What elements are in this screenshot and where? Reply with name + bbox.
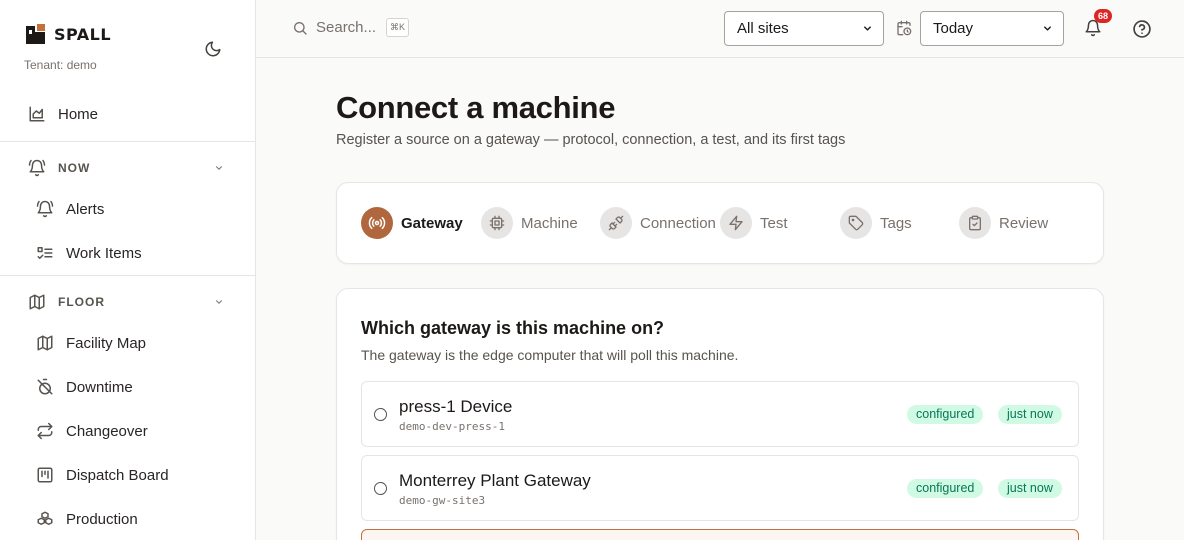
step-label: Tags — [880, 214, 912, 232]
section-label: NOW — [58, 161, 91, 175]
status-badge: configured — [907, 479, 984, 498]
cpu-icon — [481, 207, 513, 239]
gateway-option[interactable]: Monterrey Plant Gateway demo-gw-site3 co… — [361, 455, 1079, 521]
sidebar-item-label: Downtime — [66, 378, 133, 396]
gateway-option[interactable]: press-1 Device demo-dev-press-1 configur… — [361, 381, 1079, 447]
chart-area-icon — [29, 106, 45, 122]
step-label: Review — [999, 214, 1049, 232]
sidebar-item-production[interactable]: Production — [36, 507, 138, 531]
moon-icon — [205, 41, 221, 57]
map-icon — [37, 335, 53, 351]
gateway-name: press-1 Device — [399, 397, 513, 416]
brand-name: SPALL — [54, 24, 112, 44]
calendar-clock-icon — [897, 20, 912, 36]
chevron-down-icon — [1044, 26, 1051, 31]
sidebar-item-label: Facility Map — [66, 334, 147, 352]
sidebar-item-label: Work Items — [66, 244, 142, 262]
plug-icon — [600, 207, 632, 239]
step-tags[interactable]: Tags — [840, 207, 912, 239]
sidebar-item-alerts[interactable]: Alerts — [36, 197, 104, 221]
date-range-select[interactable]: Today — [920, 11, 1064, 46]
step-label: Test — [760, 214, 788, 232]
step-machine[interactable]: Machine — [481, 207, 578, 239]
site-select[interactable]: All sites — [724, 11, 884, 46]
sidebar-item-label: Home — [58, 105, 99, 123]
search-input[interactable]: Search... ⌘K — [292, 18, 410, 37]
step-label: Machine — [521, 214, 578, 232]
sidebar-item-label: Changeover — [66, 422, 148, 440]
sidebar-item-changeover[interactable]: Changeover — [36, 419, 148, 443]
sidebar-item-label: Production — [66, 510, 138, 528]
gateway-option-partial[interactable] — [361, 529, 1079, 540]
chevron-down-icon — [215, 300, 223, 304]
search-shortcut-hint: ⌘K — [386, 18, 410, 37]
sidebar-item-dispatch-board[interactable]: Dispatch Board — [36, 463, 169, 487]
site-select-value: All sites — [737, 20, 789, 37]
sidebar-item-home[interactable]: Home — [28, 102, 98, 126]
lightning-icon — [720, 207, 752, 239]
sidebar-item-downtime[interactable]: Downtime — [36, 375, 133, 399]
page-subtitle: Register a source on a gateway — protoco… — [336, 132, 846, 148]
page-title: Connect a machine — [336, 90, 616, 125]
wizard-stepper: Gateway Machine Connection Test Tags Rev… — [336, 182, 1104, 264]
list-check-icon — [37, 247, 53, 259]
chevron-down-icon — [864, 26, 871, 31]
tenant-label: Tenant: demo — [24, 58, 97, 72]
sidebar-divider — [0, 275, 255, 276]
clipboard-check-icon — [959, 207, 991, 239]
card-title: Which gateway is this machine on? — [361, 318, 665, 338]
last-seen-badge: just now — [998, 479, 1062, 498]
repeat-icon — [37, 422, 53, 440]
notification-count-badge: 68 — [1094, 9, 1113, 23]
step-test[interactable]: Test — [720, 207, 788, 239]
bell-alert-icon — [36, 200, 54, 218]
search-placeholder: Search... — [316, 19, 377, 36]
gateway-id: demo-dev-press-1 — [399, 420, 505, 433]
date-range-value: Today — [933, 20, 974, 37]
gateway-name: Monterrey Plant Gateway — [399, 471, 591, 490]
sidebar-divider — [0, 141, 255, 142]
gateway-selection-card: Which gateway is this machine on? The ga… — [336, 288, 1104, 540]
sidebar-item-label: Alerts — [66, 200, 105, 218]
step-gateway[interactable]: Gateway — [361, 207, 463, 239]
step-connection[interactable]: Connection — [600, 207, 716, 239]
sidebar-item-label: Dispatch Board — [66, 466, 169, 484]
section-now-toggle[interactable]: NOW — [28, 158, 228, 178]
search-icon — [294, 21, 307, 35]
section-label: FLOOR — [58, 295, 105, 309]
theme-toggle-button[interactable] — [202, 38, 224, 60]
sidebar: SPALL Tenant: demo Home NOW Alerts Work … — [0, 0, 256, 540]
logo-mark-icon — [26, 24, 45, 44]
help-circle-icon[interactable] — [1132, 19, 1152, 39]
top-bar: Search... ⌘K All sites Today 68 — [256, 0, 1184, 58]
gateway-radio[interactable] — [374, 482, 387, 495]
status-badge: configured — [907, 405, 984, 424]
step-review[interactable]: Review — [959, 207, 1048, 239]
chevron-down-icon — [215, 166, 223, 170]
card-description: The gateway is the edge computer that wi… — [361, 347, 739, 363]
bell-ring-icon — [28, 159, 46, 177]
gateway-id: demo-gw-site3 — [399, 494, 486, 507]
section-floor-toggle[interactable]: FLOOR — [28, 292, 228, 312]
radio-broadcast-icon — [361, 207, 393, 239]
boxes-icon — [37, 511, 53, 525]
timer-off-icon — [37, 378, 53, 395]
last-seen-badge: just now — [998, 405, 1062, 424]
sidebar-item-work-items[interactable]: Work Items — [36, 241, 142, 265]
gateway-radio[interactable] — [374, 408, 387, 421]
map-icon — [29, 294, 45, 310]
brand-logo[interactable]: SPALL — [26, 24, 111, 44]
step-label: Connection — [640, 214, 716, 232]
sidebar-item-facility-map[interactable]: Facility Map — [36, 331, 146, 355]
kanban-icon — [37, 467, 53, 483]
tag-icon — [840, 207, 872, 239]
step-label: Gateway — [401, 214, 463, 232]
